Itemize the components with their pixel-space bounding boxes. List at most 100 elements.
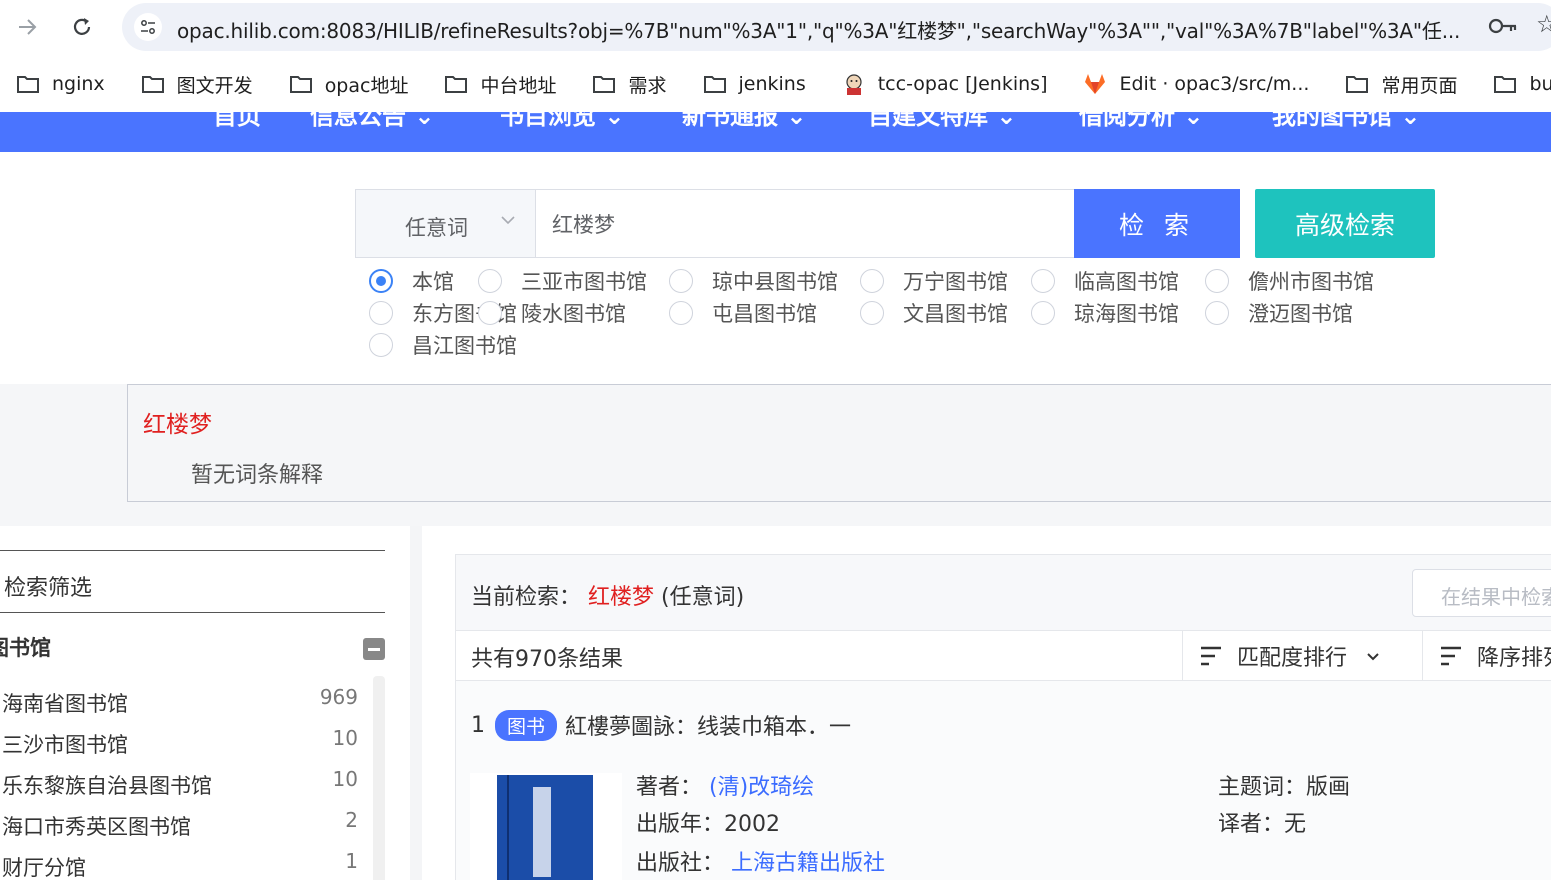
nav-new-books[interactable]: 新书通报 ⌄ (682, 112, 806, 131)
nav-announcements[interactable]: 信息公告 ⌄ (310, 112, 434, 131)
library-radio[interactable]: 昌江图书馆 (369, 330, 517, 360)
bookmark-item[interactable]: 常用页面 (1329, 71, 1477, 98)
folder-icon (592, 74, 616, 94)
bookmark-label: tcc-opac [Jenkins] (877, 73, 1048, 95)
library-label: 万宁图书馆 (903, 270, 1008, 294)
bookmark-label: 常用页面 (1381, 74, 1458, 97)
library-radio[interactable]: 临高图书馆 (1031, 266, 1179, 296)
bookmark-item[interactable]: 中台地址 (428, 71, 576, 98)
library-radio[interactable]: 本馆 (369, 266, 454, 296)
filter-item-name: 海口市秀英区图书馆 (2, 815, 191, 839)
key-icon[interactable] (1488, 15, 1518, 41)
radio-button[interactable] (1031, 301, 1055, 325)
library-radio[interactable]: 三亚市图书馆 (478, 266, 647, 296)
divider (0, 550, 385, 551)
bookmark-label: 中台地址 (480, 74, 557, 97)
collapse-icon[interactable] (363, 638, 385, 660)
filter-item[interactable]: 三沙市图书馆 10 (0, 726, 360, 769)
sort-relevance-dropdown[interactable]: 匹配度排行 (1182, 631, 1422, 681)
advanced-search-button[interactable]: 高级检索 (1255, 189, 1435, 258)
library-label: 澄迈图书馆 (1248, 302, 1353, 326)
radio-button[interactable] (1205, 301, 1229, 325)
library-radio[interactable]: 文昌图书馆 (860, 298, 1008, 328)
address-bar[interactable]: opac.hilib.com:8083/HILIB/refineResults?… (122, 3, 1551, 51)
current-search-label: 当前检索： (471, 585, 582, 610)
bookmark-item[interactable]: 需求 (576, 71, 686, 98)
library-radio[interactable]: 儋州市图书馆 (1205, 266, 1374, 296)
record-index: 1 (471, 712, 485, 738)
bookmark-item[interactable]: bug (1477, 73, 1551, 95)
cover-binding-line (507, 775, 509, 880)
radio-button[interactable] (369, 333, 393, 357)
radio-button[interactable] (669, 269, 693, 293)
record-subject: 主题词：版画 (1218, 769, 1350, 801)
search-type-select[interactable]: 任意词 (356, 190, 536, 257)
folder-icon (703, 74, 727, 94)
radio-button[interactable] (369, 301, 393, 325)
refine-search-input[interactable]: 在结果中检索 (1412, 569, 1551, 617)
radio-button[interactable] (478, 269, 502, 293)
chevron-down-icon (500, 212, 516, 232)
library-radio[interactable]: 陵水图书馆 (478, 298, 626, 328)
current-search-row: 当前检索： 红楼梦 (任意词) 在结果中检索 (456, 555, 1551, 631)
forward-icon[interactable] (10, 10, 44, 44)
term-title: 红楼梦 (143, 412, 212, 438)
bookmark-item[interactable]: tcc-opac [Jenkins] (826, 72, 1068, 96)
filter-item[interactable]: 财厅分馆 1 (0, 849, 360, 880)
library-radio[interactable]: 澄迈图书馆 (1205, 298, 1353, 328)
folder-icon (289, 74, 313, 94)
book-cover[interactable] (470, 773, 622, 880)
search-input[interactable] (536, 190, 1074, 257)
nav-borrow-analysis[interactable]: 借阅分析 ⌄ (1079, 112, 1203, 131)
order-label: 降序排列 (1477, 646, 1551, 671)
record-year: 出版年：2002 (636, 806, 780, 838)
radio-button[interactable] (860, 269, 884, 293)
search-button[interactable]: 检 索 (1074, 189, 1240, 258)
sort-icon (1441, 646, 1461, 666)
radio-button[interactable] (369, 269, 393, 293)
publisher-link[interactable]: 上海古籍出版社 (731, 851, 885, 876)
nav-home[interactable]: 首页 (213, 112, 261, 131)
bookmarks-bar: nginx 图文开发 opac地址 中台地址 需求 jenkins tcc-opac [Je… (0, 56, 1551, 112)
site-info-icon[interactable] (134, 13, 162, 41)
nav-special-collection[interactable]: 自建文特库 ⌄ (868, 112, 1016, 131)
bookmark-item[interactable]: nginx (0, 73, 125, 95)
radio-button[interactable] (860, 301, 884, 325)
filter-item[interactable]: 乐东黎族自治县图书馆 10 (0, 767, 360, 810)
bookmark-item[interactable]: opac地址 (273, 71, 429, 98)
library-radio[interactable]: 琼海图书馆 (1031, 298, 1179, 328)
library-radio[interactable]: 琼中县图书馆 (669, 266, 838, 296)
subject-value: 版画 (1306, 775, 1351, 800)
filter-item-name: 三沙市图书馆 (2, 733, 128, 757)
library-label: 三亚市图书馆 (521, 270, 647, 294)
reload-icon[interactable] (65, 10, 99, 44)
translator-label: 译者： (1218, 812, 1285, 837)
nav-my-library[interactable]: 我的图书馆 ⌄ (1272, 112, 1420, 131)
library-label: 临高图书馆 (1074, 270, 1179, 294)
bookmark-item[interactable]: 图文开发 (125, 71, 273, 98)
library-radio[interactable]: 万宁图书馆 (860, 266, 1008, 296)
radio-button[interactable] (478, 301, 502, 325)
radio-button[interactable] (669, 301, 693, 325)
filter-item[interactable]: 海南省图书馆 969 (0, 685, 360, 728)
sort-order-dropdown[interactable]: 降序排列 (1422, 631, 1551, 681)
bookmark-item[interactable]: jenkins (687, 73, 826, 95)
url-text[interactable]: opac.hilib.com:8083/HILIB/refineResults?… (177, 15, 1482, 44)
library-radio[interactable]: 屯昌图书馆 (669, 298, 817, 328)
radio-button[interactable] (1031, 269, 1055, 293)
nav-browse[interactable]: 书目浏览 ⌄ (500, 112, 624, 131)
sort-icon (1201, 646, 1221, 666)
author-link[interactable]: (清)改琦绘 (709, 775, 814, 800)
bookmark-star-icon[interactable]: ☆ (1536, 10, 1551, 38)
divider (0, 612, 385, 613)
bookmark-item[interactable]: Edit · opac3/src/m... (1067, 73, 1329, 95)
folder-icon (141, 74, 165, 94)
radio-button[interactable] (1205, 269, 1229, 293)
filter-item[interactable]: 海口市秀英区图书馆 2 (0, 808, 360, 851)
record-title[interactable]: 紅樓夢圖詠：线装巾箱本．一 (565, 709, 851, 741)
current-search-query: 红楼梦 (588, 585, 655, 610)
record-translator: 译者：无 (1218, 806, 1306, 838)
filter-scrollbar[interactable] (373, 676, 385, 880)
record-title-row[interactable]: 1 图书 紅樓夢圖詠：线装巾箱本．一 (471, 709, 851, 741)
library-label: 屯昌图书馆 (712, 302, 817, 326)
